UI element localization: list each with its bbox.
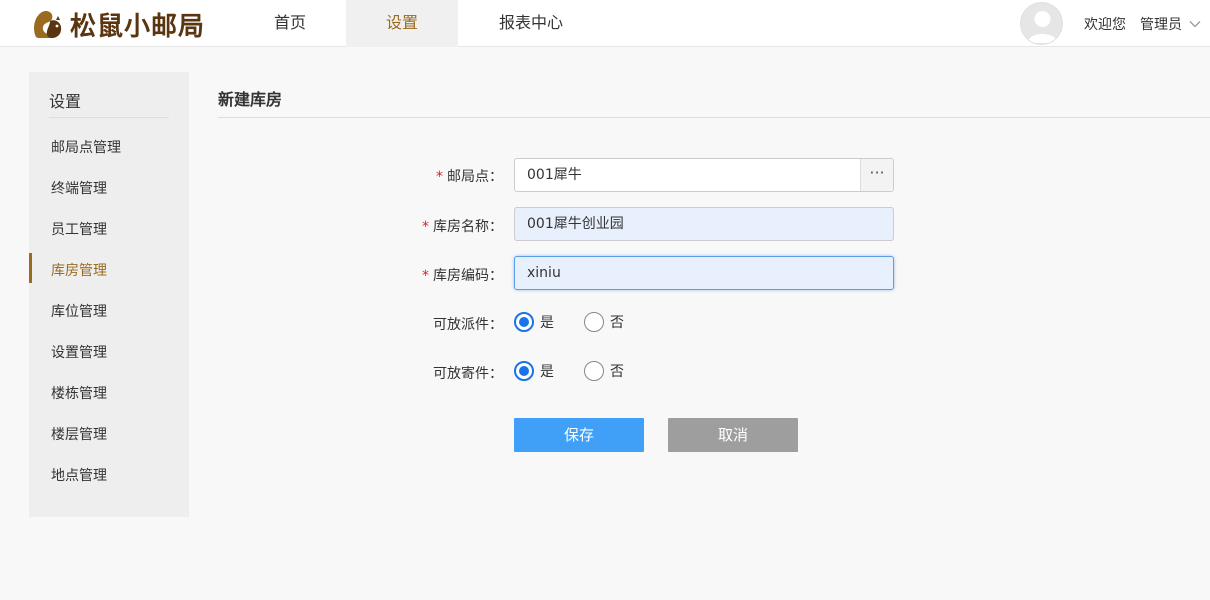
sidebar-item-location[interactable]: 地点管理 — [29, 456, 189, 497]
logo[interactable]: 松鼠小邮局 — [30, 6, 205, 42]
sidebar-item-settings[interactable]: 设置管理 — [29, 333, 189, 374]
warehouse-code-value: xiniu — [527, 265, 561, 281]
page-title: 新建库房 — [218, 90, 283, 109]
radio-label: 是 — [540, 364, 554, 380]
post-office-value: 001犀牛 — [527, 167, 582, 183]
required-mark: * — [422, 219, 429, 235]
radio-checked-icon[interactable] — [514, 312, 534, 332]
nav-reports[interactable]: 报表中心 — [458, 0, 604, 47]
warehouse-code-label-text: 库房编码： — [433, 268, 503, 284]
required-mark: * — [422, 268, 429, 284]
cancel-button[interactable]: 取消 — [668, 418, 798, 452]
post-office-label: * 邮局点： — [383, 166, 503, 186]
nav-settings[interactable]: 设置 — [346, 0, 458, 47]
sidebar-list: 邮局点管理 终端管理 员工管理 库房管理 库位管理 设置管理 楼栋管理 楼层管理… — [29, 128, 189, 497]
logo-text: 松鼠小邮局 — [70, 11, 206, 42]
sidebar-item-warehouse[interactable]: 库房管理 — [29, 251, 189, 292]
sidebar-title: 设置 — [49, 88, 169, 118]
sidebar-item-floor[interactable]: 楼层管理 — [29, 415, 189, 456]
post-office-label-text: 邮局点： — [447, 169, 503, 185]
allow-delivery-yes[interactable]: 是 — [514, 312, 554, 332]
welcome-text: 欢迎您 — [1084, 16, 1126, 33]
more-options-icon[interactable]: ··· — [860, 159, 893, 191]
allow-delivery-radio-group: 是 否 — [514, 311, 654, 333]
allow-delivery-no[interactable]: 否 — [584, 312, 624, 332]
username[interactable]: 管理员 — [1140, 14, 1182, 34]
top-header: 松鼠小邮局 首页 设置 报表中心 欢迎您 管理员 — [0, 0, 1210, 47]
allow-sending-yes[interactable]: 是 — [514, 361, 554, 381]
sidebar-item-staff[interactable]: 员工管理 — [29, 210, 189, 251]
squirrel-icon — [34, 10, 62, 38]
main-nav: 首页 设置 报表中心 — [234, 0, 604, 47]
warehouse-code-input[interactable]: xiniu — [514, 256, 894, 290]
radio-unchecked-icon[interactable] — [584, 361, 604, 381]
sidebar: 设置 邮局点管理 终端管理 员工管理 库房管理 库位管理 设置管理 楼栋管理 楼… — [29, 72, 189, 517]
allow-sending-radio-group: 是 否 — [514, 360, 654, 382]
warehouse-name-input[interactable]: 001犀牛创业园 — [514, 207, 894, 241]
warehouse-name-value: 001犀牛创业园 — [527, 216, 624, 232]
warehouse-name-label: * 库房名称： — [383, 216, 503, 236]
sidebar-item-terminal[interactable]: 终端管理 — [29, 169, 189, 210]
radio-label: 是 — [540, 315, 554, 331]
allow-sending-no[interactable]: 否 — [584, 361, 624, 381]
radio-unchecked-icon[interactable] — [584, 312, 604, 332]
save-button[interactable]: 保存 — [514, 418, 644, 452]
sidebar-item-storage-location[interactable]: 库位管理 — [29, 292, 189, 333]
user-area: 欢迎您 管理员 — [1020, 0, 1202, 47]
chevron-down-icon[interactable] — [1188, 17, 1202, 31]
required-mark: * — [436, 169, 443, 185]
warehouse-code-label: * 库房编码： — [383, 265, 503, 285]
sidebar-item-building[interactable]: 楼栋管理 — [29, 374, 189, 415]
user-silhouette-icon — [1027, 11, 1058, 43]
nav-home[interactable]: 首页 — [234, 0, 346, 47]
radio-label: 否 — [610, 315, 624, 331]
title-divider — [218, 117, 1210, 118]
allow-delivery-label: 可放派件： — [433, 317, 503, 333]
allow-sending-label: 可放寄件： — [433, 366, 503, 382]
warehouse-name-label-text: 库房名称： — [433, 219, 503, 235]
radio-label: 否 — [610, 364, 624, 380]
post-office-input[interactable]: 001犀牛 ··· — [514, 158, 894, 192]
radio-checked-icon[interactable] — [514, 361, 534, 381]
sidebar-item-post-office[interactable]: 邮局点管理 — [29, 128, 189, 169]
avatar[interactable] — [1020, 2, 1063, 45]
